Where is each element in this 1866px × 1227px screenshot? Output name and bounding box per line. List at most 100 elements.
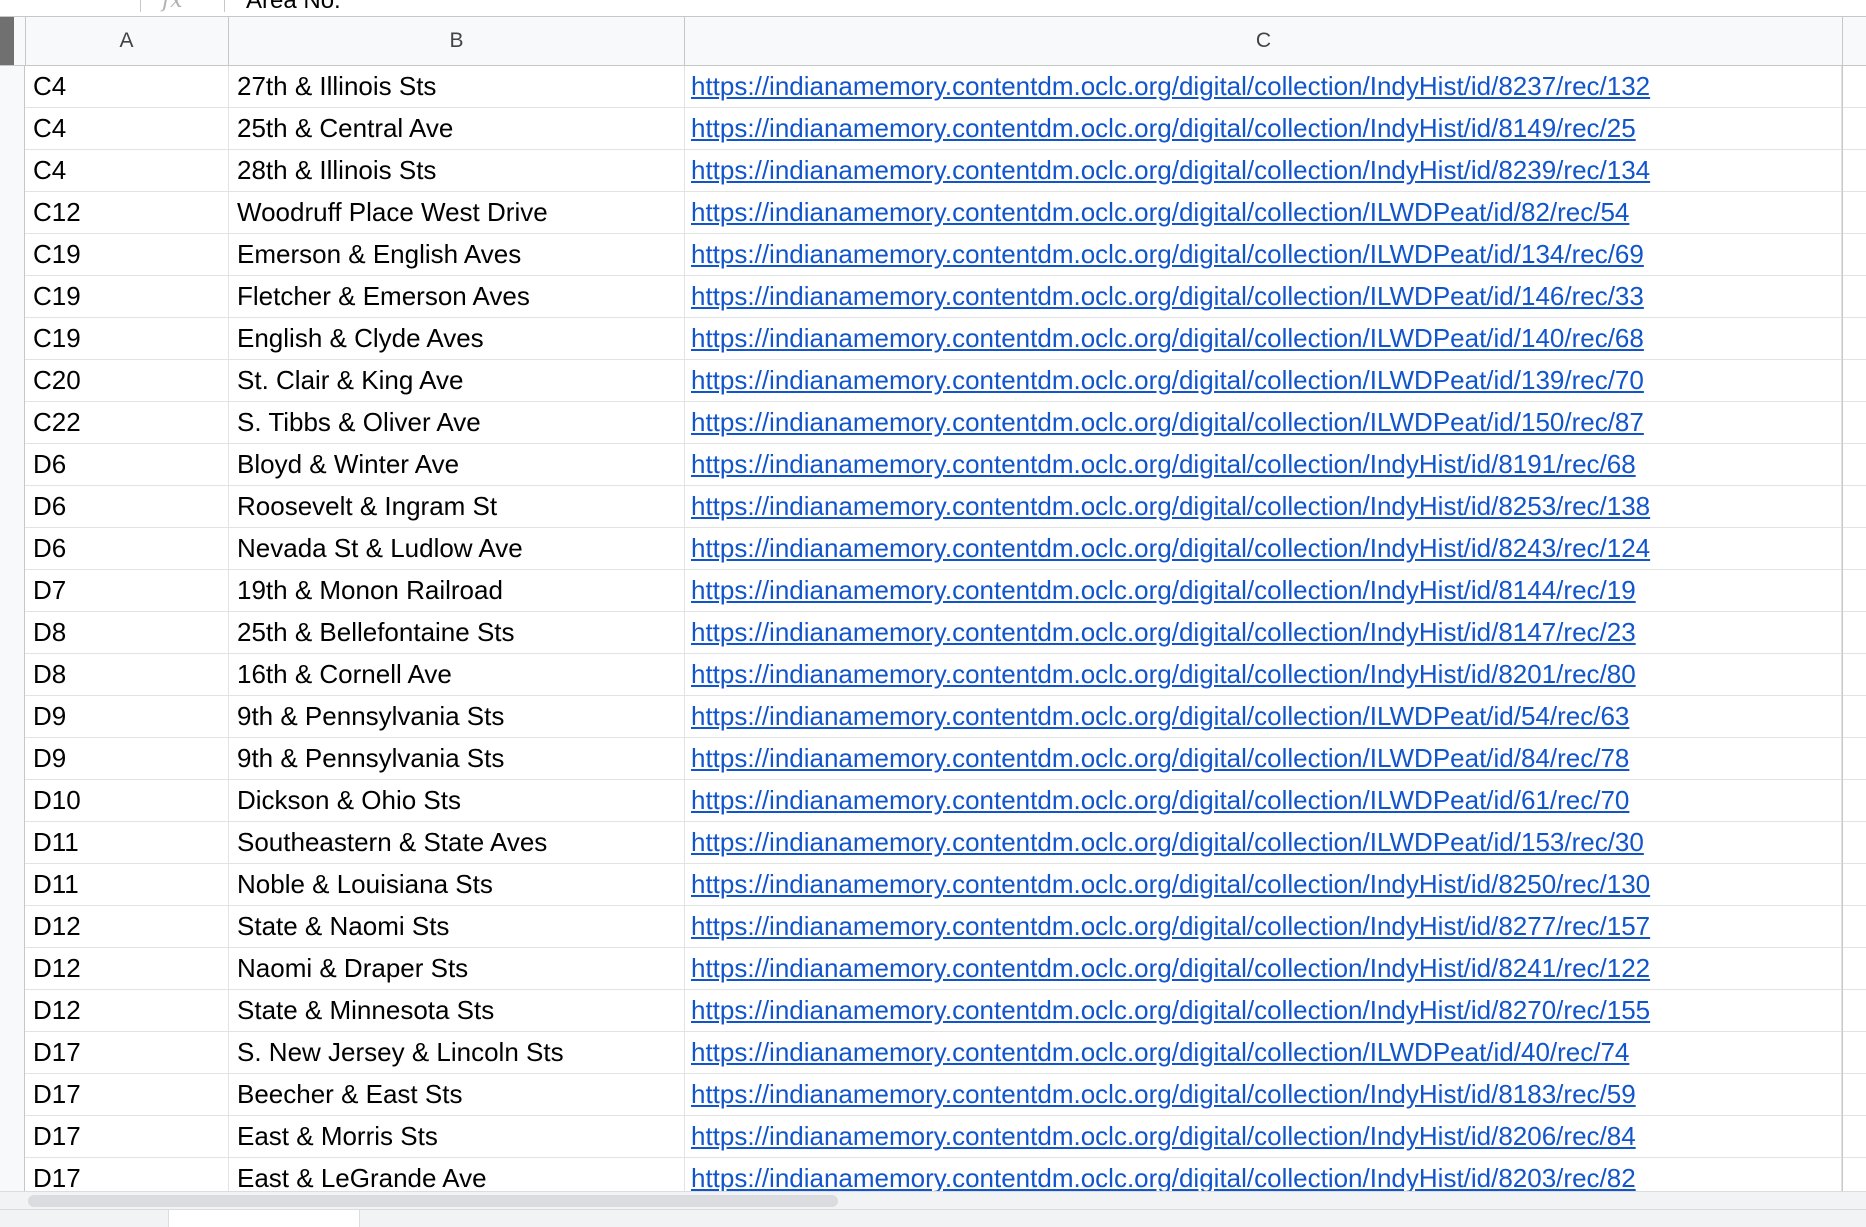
cell-url[interactable]: https://indianamemory.contentdm.oclc.org…	[685, 276, 1842, 317]
url-link[interactable]: https://indianamemory.contentdm.oclc.org…	[691, 785, 1629, 815]
url-link[interactable]: https://indianamemory.contentdm.oclc.org…	[691, 323, 1644, 353]
cell-location[interactable]: Roosevelt & Ingram St	[229, 486, 685, 527]
url-link[interactable]: https://indianamemory.contentdm.oclc.org…	[691, 533, 1650, 563]
cell-location[interactable]: Beecher & East Sts	[229, 1074, 685, 1115]
cell-area-no[interactable]: C19	[25, 234, 229, 275]
cell-location[interactable]: 28th & Illinois Sts	[229, 150, 685, 191]
url-link[interactable]: https://indianamemory.contentdm.oclc.org…	[691, 1079, 1636, 1109]
cell-url[interactable]: https://indianamemory.contentdm.oclc.org…	[685, 318, 1842, 359]
url-link[interactable]: https://indianamemory.contentdm.oclc.org…	[691, 575, 1636, 605]
cell-url[interactable]: https://indianamemory.contentdm.oclc.org…	[685, 192, 1842, 233]
cell-area-no[interactable]: C4	[25, 66, 229, 107]
row-header[interactable]	[0, 1074, 25, 1116]
url-link[interactable]: https://indianamemory.contentdm.oclc.org…	[691, 701, 1629, 731]
cell-location[interactable]: 16th & Cornell Ave	[229, 654, 685, 695]
cell-location[interactable]: 19th & Monon Railroad	[229, 570, 685, 611]
row-header[interactable]	[0, 528, 25, 570]
url-link[interactable]: https://indianamemory.contentdm.oclc.org…	[691, 197, 1629, 227]
cell-location[interactable]: S. New Jersey & Lincoln Sts	[229, 1032, 685, 1073]
row-header[interactable]	[0, 654, 25, 696]
row-header[interactable]	[0, 360, 25, 402]
url-link[interactable]: https://indianamemory.contentdm.oclc.org…	[691, 113, 1636, 143]
cell-url[interactable]: https://indianamemory.contentdm.oclc.org…	[685, 360, 1842, 401]
formula-input[interactable]: Area No.	[246, 0, 341, 15]
scrollbar-thumb[interactable]	[28, 1195, 838, 1207]
cell-url[interactable]: https://indianamemory.contentdm.oclc.org…	[685, 1074, 1842, 1115]
cell-location[interactable]: East & LeGrande Ave	[229, 1158, 685, 1191]
cell-area-no[interactable]: D17	[25, 1116, 229, 1157]
cell-url[interactable]: https://indianamemory.contentdm.oclc.org…	[685, 1158, 1842, 1191]
url-link[interactable]: https://indianamemory.contentdm.oclc.org…	[691, 155, 1650, 185]
row-header[interactable]	[0, 612, 25, 654]
cell-area-no[interactable]: D17	[25, 1158, 229, 1191]
cell-url[interactable]: https://indianamemory.contentdm.oclc.org…	[685, 1116, 1842, 1157]
column-header-a[interactable]: A	[25, 17, 229, 65]
cell-area-no[interactable]: D12	[25, 990, 229, 1031]
row-header[interactable]	[0, 276, 25, 318]
cell-area-no[interactable]: D10	[25, 780, 229, 821]
cell-url[interactable]: https://indianamemory.contentdm.oclc.org…	[685, 1032, 1842, 1073]
cell-area-no[interactable]: D12	[25, 906, 229, 947]
cell-url[interactable]: https://indianamemory.contentdm.oclc.org…	[685, 696, 1842, 737]
cell-url[interactable]: https://indianamemory.contentdm.oclc.org…	[685, 108, 1842, 149]
cell-area-no[interactable]: D11	[25, 822, 229, 863]
cell-area-no[interactable]: C20	[25, 360, 229, 401]
cell-area-no[interactable]: D17	[25, 1074, 229, 1115]
cell-location[interactable]: 25th & Central Ave	[229, 108, 685, 149]
row-header[interactable]	[0, 570, 25, 612]
cell-location[interactable]: 27th & Illinois Sts	[229, 66, 685, 107]
cell-area-no[interactable]: D17	[25, 1032, 229, 1073]
cell-area-no[interactable]: C12	[25, 192, 229, 233]
cell-location[interactable]: State & Naomi Sts	[229, 906, 685, 947]
cell-url[interactable]: https://indianamemory.contentdm.oclc.org…	[685, 906, 1842, 947]
row-header[interactable]	[0, 66, 25, 108]
row-header[interactable]	[0, 150, 25, 192]
url-link[interactable]: https://indianamemory.contentdm.oclc.org…	[691, 449, 1636, 479]
cell-location[interactable]: 9th & Pennsylvania Sts	[229, 738, 685, 779]
cell-area-no[interactable]: D11	[25, 864, 229, 905]
url-link[interactable]: https://indianamemory.contentdm.oclc.org…	[691, 911, 1650, 941]
cell-url[interactable]: https://indianamemory.contentdm.oclc.org…	[685, 738, 1842, 779]
cell-location[interactable]: Dickson & Ohio Sts	[229, 780, 685, 821]
url-link[interactable]: https://indianamemory.contentdm.oclc.org…	[691, 239, 1644, 269]
cell-location[interactable]: St. Clair & King Ave	[229, 360, 685, 401]
row-header[interactable]	[0, 108, 25, 150]
cell-area-no[interactable]: C4	[25, 150, 229, 191]
cell-url[interactable]: https://indianamemory.contentdm.oclc.org…	[685, 780, 1842, 821]
url-link[interactable]: https://indianamemory.contentdm.oclc.org…	[691, 71, 1650, 101]
cell-location[interactable]: 25th & Bellefontaine Sts	[229, 612, 685, 653]
cell-area-no[interactable]: D7	[25, 570, 229, 611]
url-link[interactable]: https://indianamemory.contentdm.oclc.org…	[691, 953, 1650, 983]
row-header[interactable]	[0, 780, 25, 822]
url-link[interactable]: https://indianamemory.contentdm.oclc.org…	[691, 1037, 1629, 1067]
cell-area-no[interactable]: D12	[25, 948, 229, 989]
cell-area-no[interactable]: C19	[25, 276, 229, 317]
url-link[interactable]: https://indianamemory.contentdm.oclc.org…	[691, 1121, 1636, 1151]
url-link[interactable]: https://indianamemory.contentdm.oclc.org…	[691, 407, 1644, 437]
cell-url[interactable]: https://indianamemory.contentdm.oclc.org…	[685, 66, 1842, 107]
url-link[interactable]: https://indianamemory.contentdm.oclc.org…	[691, 365, 1644, 395]
cell-location[interactable]: Southeastern & State Aves	[229, 822, 685, 863]
url-link[interactable]: https://indianamemory.contentdm.oclc.org…	[691, 491, 1650, 521]
url-link[interactable]: https://indianamemory.contentdm.oclc.org…	[691, 1163, 1636, 1191]
row-header[interactable]	[0, 402, 25, 444]
row-header[interactable]	[0, 696, 25, 738]
row-header[interactable]	[0, 864, 25, 906]
cell-location[interactable]: S. Tibbs & Oliver Ave	[229, 402, 685, 443]
cell-url[interactable]: https://indianamemory.contentdm.oclc.org…	[685, 444, 1842, 485]
row-header[interactable]	[0, 444, 25, 486]
cell-location[interactable]: Bloyd & Winter Ave	[229, 444, 685, 485]
row-header[interactable]	[0, 318, 25, 360]
cell-area-no[interactable]: C22	[25, 402, 229, 443]
formula-bar[interactable]: fx Area No.	[0, 0, 1866, 17]
url-link[interactable]: https://indianamemory.contentdm.oclc.org…	[691, 869, 1650, 899]
cell-area-no[interactable]: D6	[25, 486, 229, 527]
row-header[interactable]	[0, 948, 25, 990]
url-link[interactable]: https://indianamemory.contentdm.oclc.org…	[691, 659, 1636, 689]
cell-url[interactable]: https://indianamemory.contentdm.oclc.org…	[685, 948, 1842, 989]
url-link[interactable]: https://indianamemory.contentdm.oclc.org…	[691, 617, 1636, 647]
row-header[interactable]	[0, 234, 25, 276]
row-header[interactable]	[0, 192, 25, 234]
url-link[interactable]: https://indianamemory.contentdm.oclc.org…	[691, 827, 1644, 857]
cell-location[interactable]: State & Minnesota Sts	[229, 990, 685, 1031]
